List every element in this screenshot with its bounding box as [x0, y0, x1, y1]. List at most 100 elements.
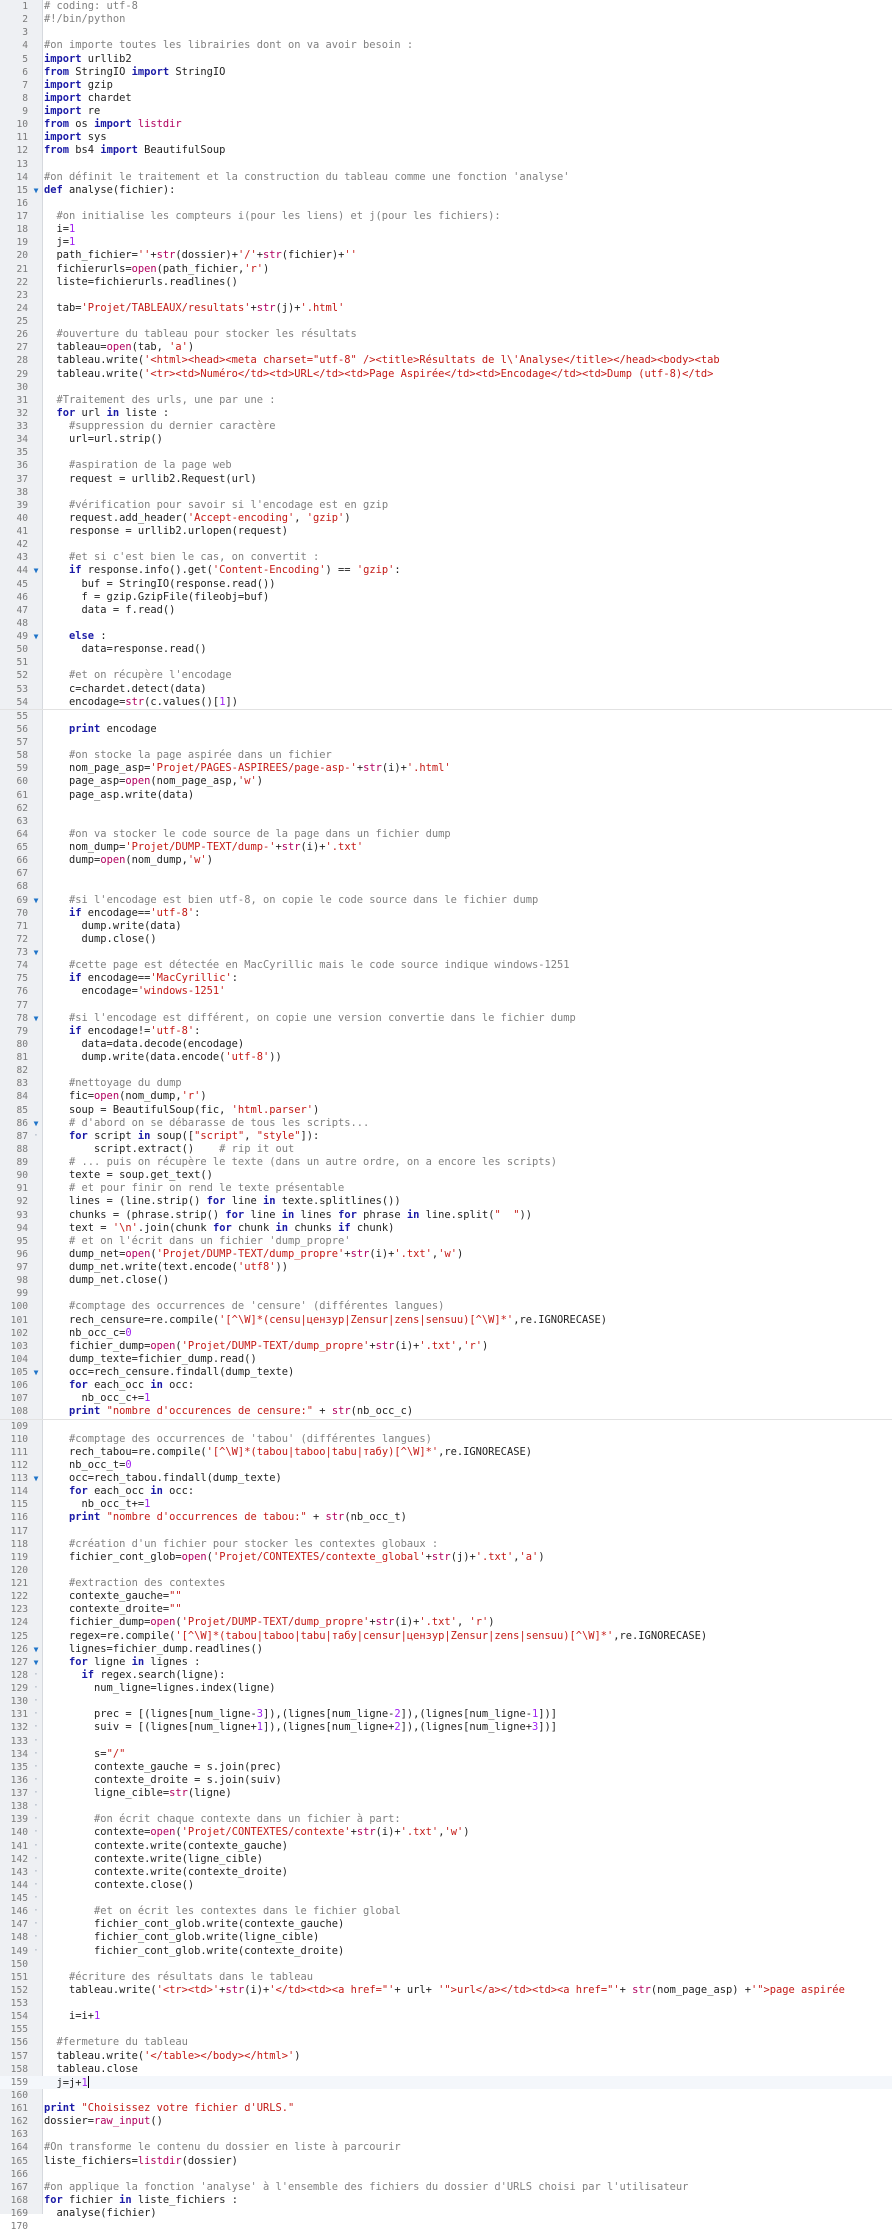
code-line[interactable]: 11 import sys [0, 131, 892, 144]
code-line[interactable]: 112 nb_occ_t=0 [0, 1459, 892, 1472]
code-line[interactable]: 23 [0, 289, 892, 302]
code-line[interactable]: 35 [0, 446, 892, 459]
code-line[interactable]: 105 ▼ occ=rech_censure.findall(dump_texte… [0, 1366, 892, 1379]
code-line[interactable]: 127 ▼ for ligne in lignes : [0, 1656, 892, 1669]
code-line[interactable]: 79 if encodage!='utf-8': [0, 1025, 892, 1038]
code-line[interactable]: 16 [0, 197, 892, 210]
code-line[interactable]: 152 tableau.write('<tr><td>'+str(i)+'</t… [0, 1984, 892, 1997]
code-line[interactable]: 97 dump_net.write(text.encode('utf8')) [0, 1261, 892, 1274]
code-line[interactable]: 126 ▼ lignes=fichier_dump.readlines() [0, 1643, 892, 1656]
code-line[interactable]: 137 · ligne_cible=str(ligne) [0, 1787, 892, 1800]
code-line[interactable]: 17 #on initialise les compteurs i(pour l… [0, 210, 892, 223]
code-line[interactable]: 59 nom_page_asp='Projet/PAGES-ASPIREES/p… [0, 762, 892, 775]
code-line[interactable]: 78 ▼ #si l'encodage est différent, on cop… [0, 1012, 892, 1025]
code-line[interactable]: 91 # et pour finir on rend le texte prés… [0, 1182, 892, 1195]
code-line[interactable]: 131 · prec = [(lignes[num_ligne-3]),(lign… [0, 1708, 892, 1721]
code-line[interactable]: 48 [0, 617, 892, 630]
code-line[interactable]: 129 · num_ligne=lignes.index(ligne) [0, 1682, 892, 1695]
code-line[interactable]: 83 #nettoyage du dump [0, 1077, 892, 1090]
code-line[interactable]: 122 contexte_gauche="" [0, 1590, 892, 1603]
code-line[interactable]: 93 chunks = (phrase.strip() for line in … [0, 1209, 892, 1222]
code-line[interactable]: 50 data=response.read() [0, 643, 892, 656]
code-line[interactable]: 60 page_asp=open(nom_page_asp,'w') [0, 775, 892, 788]
code-line[interactable]: 41 response = urllib2.urlopen(request) [0, 525, 892, 538]
code-line[interactable]: 52 #et on récupère l'encodage [0, 669, 892, 682]
code-line[interactable]: 114 for each_occ in occ: [0, 1485, 892, 1498]
fold-toggle-icon[interactable]: ▼ [31, 630, 41, 643]
code-line[interactable]: 26 #ouverture du tableau pour stocker le… [0, 328, 892, 341]
code-line[interactable]: 121 #extraction des contextes [0, 1577, 892, 1590]
code-line[interactable]: 145 · [0, 1892, 892, 1905]
code-line[interactable]: 58 #on stocke la page aspirée dans un fi… [0, 749, 892, 762]
code-line[interactable]: 25 [0, 315, 892, 328]
code-line[interactable]: 118 #création d'un fichier pour stocker … [0, 1538, 892, 1551]
code-line[interactable]: 21 fichierurls=open(path_fichier,'r') [0, 263, 892, 276]
code-line[interactable]: 24 tab='Projet/TABLEAUX/resultats'+str(j… [0, 302, 892, 315]
code-line[interactable]: 47 data = f.read() [0, 604, 892, 617]
code-line[interactable]: 72 dump.close() [0, 933, 892, 946]
code-area[interactable]: 1 # coding: utf-8 2 #!/bin/python 3 4 #on impo… [0, 0, 892, 2233]
code-line[interactable]: 73 ▼ [0, 946, 892, 959]
code-line[interactable]: 28 tableau.write('<html><head><meta char… [0, 354, 892, 367]
code-line[interactable]: 84 fic=open(nom_dump,'r') [0, 1090, 892, 1103]
code-line[interactable]: 136 · contexte_droite = s.join(suiv) [0, 1774, 892, 1787]
code-line[interactable]: 37 request = urllib2.Request(url) [0, 473, 892, 486]
code-line[interactable]: 69 ▼ #si l'encodage est bien utf-8, on co… [0, 894, 892, 907]
code-line[interactable]: 51 [0, 656, 892, 669]
code-line[interactable]: 2 #!/bin/python [0, 13, 892, 26]
fold-toggle-icon[interactable]: ▼ [31, 184, 41, 197]
code-line[interactable]: 8 import chardet [0, 92, 892, 105]
code-line[interactable]: 86 ▼ # d'abord on se débarasse de tous le… [0, 1117, 892, 1130]
code-line[interactable]: 3 [0, 26, 892, 39]
code-line[interactable]: 139 · #on écrit chaque contexte dans un f… [0, 1813, 892, 1826]
code-line[interactable]: 156 #fermeture du tableau [0, 2036, 892, 2049]
code-line[interactable]: 77 [0, 999, 892, 1012]
code-line[interactable]: 6 from StringIO import StringIO [0, 66, 892, 79]
code-line[interactable]: 61 page_asp.write(data) [0, 789, 892, 802]
code-line[interactable]: 153 [0, 1997, 892, 2010]
code-line[interactable]: 81 dump.write(data.encode('utf-8')) [0, 1051, 892, 1064]
code-line[interactable]: 20 path_fichier=''+str(dossier)+'/'+str(… [0, 249, 892, 262]
code-line[interactable]: 115 nb_occ_t+=1 [0, 1498, 892, 1511]
code-line[interactable]: 135 · contexte_gauche = s.join(prec) [0, 1761, 892, 1774]
fold-toggle-icon[interactable]: ▼ [31, 1643, 41, 1656]
code-line[interactable]: 101 rech_censure=re.compile('[^\W]*(cens… [0, 1314, 892, 1327]
fold-toggle-icon[interactable]: ▼ [31, 564, 41, 577]
code-line[interactable]: 124 fichier_dump=open('Projet/DUMP-TEXT/… [0, 1616, 892, 1629]
code-line[interactable]: 123 contexte_droite="" [0, 1603, 892, 1616]
code-line[interactable]: 158 tableau.close [0, 2063, 892, 2076]
code-line[interactable]: 146 · #et on écrit les contextes dans le … [0, 1905, 892, 1918]
code-line[interactable]: 67 [0, 867, 892, 880]
code-line[interactable]: 65 nom_dump='Projet/DUMP-TEXT/dump-'+str… [0, 841, 892, 854]
code-line[interactable]: 154 i=i+1 [0, 2010, 892, 2023]
code-line[interactable]: 57 [0, 736, 892, 749]
code-line[interactable]: 166 [0, 2168, 892, 2181]
code-line[interactable]: 168 for fichier in liste_fichiers : [0, 2194, 892, 2207]
code-line[interactable]: 157 tableau.write('</table></body></html… [0, 2050, 892, 2063]
code-line[interactable]: 44 ▼ if response.info().get('Content-Enco… [0, 564, 892, 577]
code-line[interactable]: 29 tableau.write('<tr><td>Numéro</td><td… [0, 368, 892, 381]
code-line[interactable]: 13 [0, 158, 892, 171]
code-line[interactable]: 108 print "nombre d'occurences de censur… [0, 1405, 892, 1418]
fold-toggle-icon[interactable]: ▼ [31, 894, 41, 907]
code-line[interactable]: 33 #suppression du dernier caractère [0, 420, 892, 433]
code-line[interactable]: 19 j=1 [0, 236, 892, 249]
code-line[interactable]: 1 # coding: utf-8 [0, 0, 892, 13]
code-line[interactable]: 149 · fichier_cont_glob.write(contexte_dr… [0, 1945, 892, 1958]
code-line[interactable]: 49 ▼ else : [0, 630, 892, 643]
code-line[interactable]: 63 [0, 815, 892, 828]
code-line[interactable]: 107 nb_occ_c+=1 [0, 1392, 892, 1405]
code-line[interactable]: 71 dump.write(data) [0, 920, 892, 933]
code-line[interactable]: 92 lines = (line.strip() for line in tex… [0, 1195, 892, 1208]
code-line[interactable]: 31 #Traitement des urls, une par une : [0, 394, 892, 407]
code-line[interactable]: 170 [0, 2220, 892, 2233]
code-line[interactable]: 167 #on applique la fonction 'analyse' à … [0, 2181, 892, 2194]
fold-toggle-icon[interactable]: ▼ [31, 1472, 41, 1485]
code-line[interactable]: 141 · contexte.write(contexte_gauche) [0, 1840, 892, 1853]
fold-toggle-icon[interactable]: ▼ [31, 1656, 41, 1669]
code-line[interactable]: 99 [0, 1287, 892, 1300]
code-line[interactable]: 110 #comptage des occurrences de 'tabou'… [0, 1433, 892, 1446]
code-line[interactable]: 46 f = gzip.GzipFile(fileobj=buf) [0, 591, 892, 604]
code-line[interactable]: 125 regex=re.compile('[^\W]*(tabou|taboo… [0, 1630, 892, 1643]
code-line[interactable]: 133 · [0, 1735, 892, 1748]
